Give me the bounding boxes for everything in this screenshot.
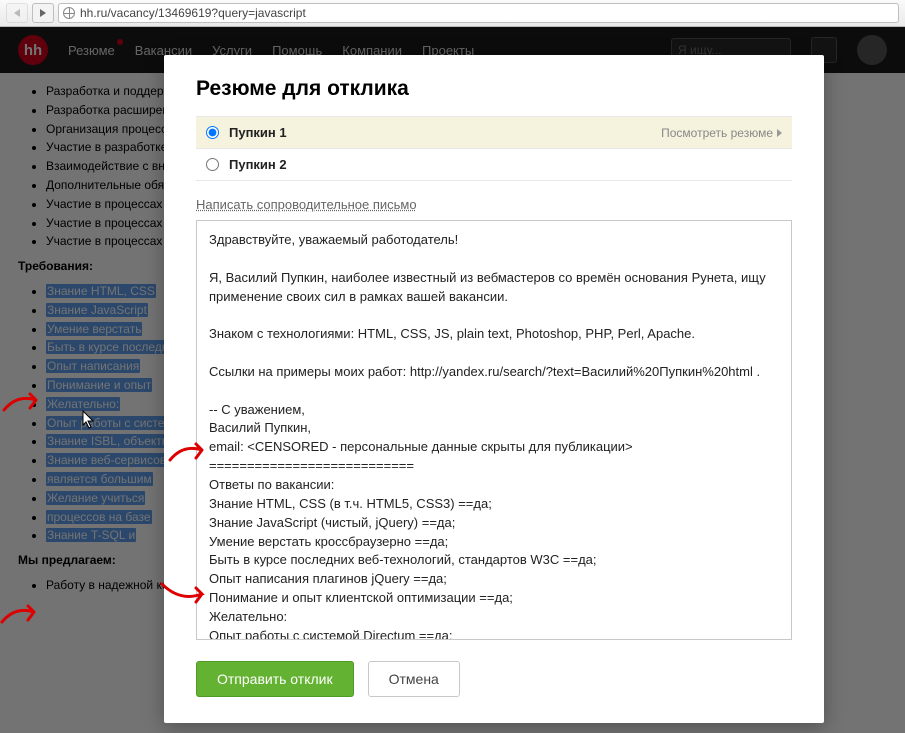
submit-button[interactable]: Отправить отклик bbox=[196, 661, 354, 697]
url-bar[interactable]: hh.ru/vacancy/13469619?query=javascript bbox=[58, 3, 899, 23]
resume-selector: Пупкин 1 Посмотреть резюме Пупкин 2 bbox=[196, 116, 792, 181]
chevron-right-icon bbox=[777, 129, 782, 137]
response-modal: Резюме для отклика Пупкин 1 Посмотреть р… bbox=[164, 55, 824, 723]
browser-bar: hh.ru/vacancy/13469619?query=javascript bbox=[0, 0, 905, 27]
arrow-right-icon bbox=[40, 9, 46, 17]
back-button[interactable] bbox=[6, 3, 28, 23]
annotation-arrow-icon bbox=[0, 602, 40, 626]
url-text: hh.ru/vacancy/13469619?query=javascript bbox=[80, 6, 306, 20]
view-resume-link[interactable]: Посмотреть резюме bbox=[661, 126, 782, 140]
resume-radio[interactable] bbox=[206, 158, 219, 171]
modal-footer: Отправить отклик Отмена bbox=[196, 661, 792, 697]
resume-name: Пупкин 1 bbox=[229, 125, 287, 140]
globe-icon bbox=[63, 7, 75, 19]
resume-name: Пупкин 2 bbox=[229, 157, 287, 172]
resume-radio[interactable] bbox=[206, 126, 219, 139]
nav-resume[interactable]: Резюме bbox=[68, 43, 115, 58]
cover-letter-textarea[interactable] bbox=[196, 220, 792, 640]
resume-option-1[interactable]: Пупкин 1 Посмотреть резюме bbox=[196, 117, 792, 148]
resume-option-2[interactable]: Пупкин 2 bbox=[196, 148, 792, 180]
forward-button[interactable] bbox=[32, 3, 54, 23]
cancel-button[interactable]: Отмена bbox=[368, 661, 460, 697]
arrow-left-icon bbox=[14, 9, 20, 17]
avatar[interactable] bbox=[857, 35, 887, 65]
modal-title: Резюме для отклика bbox=[196, 77, 792, 101]
site-logo[interactable]: hh bbox=[18, 35, 48, 65]
write-cover-letter-link[interactable]: Написать сопроводительное письмо bbox=[196, 197, 417, 212]
